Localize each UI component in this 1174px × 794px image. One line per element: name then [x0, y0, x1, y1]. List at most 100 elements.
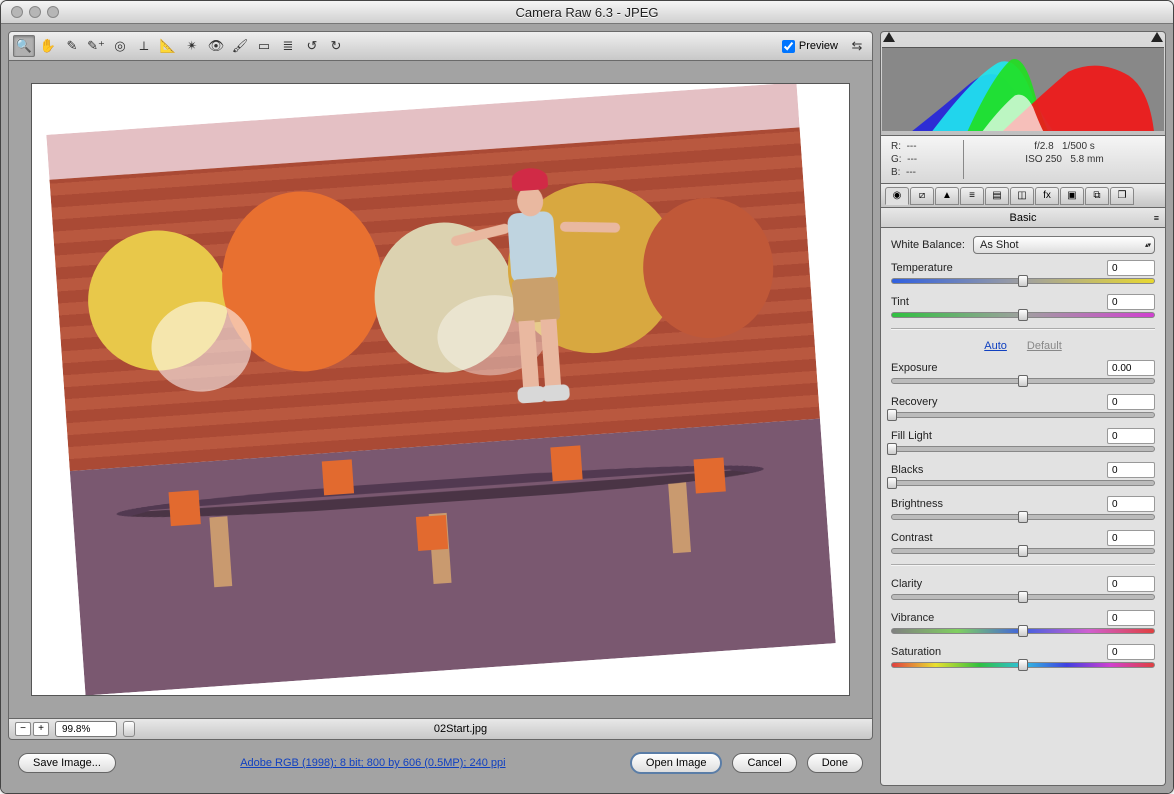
temperature-value[interactable] [1107, 260, 1155, 276]
blacks-thumb[interactable] [887, 477, 897, 489]
blacks-label: Blacks [891, 464, 923, 476]
vibrance-label: Vibrance [891, 612, 934, 624]
filename-label: 02Start.jpg [141, 723, 780, 735]
titlebar: Camera Raw 6.3 - JPEG [1, 1, 1173, 24]
exposure-thumb[interactable] [1018, 375, 1028, 387]
brightness-label: Brightness [891, 498, 943, 510]
panel-tabs: ◉⧄▲≡▤◫fx▣⧉❐ [880, 184, 1166, 208]
exposure-value[interactable] [1107, 360, 1155, 376]
tab-basic[interactable]: ◉ [885, 187, 909, 205]
zoom-stepper[interactable] [123, 721, 135, 737]
vibrance-slider[interactable] [891, 628, 1155, 634]
tab-effects[interactable]: fx [1035, 187, 1059, 205]
contrast-value[interactable] [1107, 530, 1155, 546]
window-title: Camera Raw 6.3 - JPEG [1, 5, 1173, 20]
graduated-filter-tool[interactable]: ▭ [253, 35, 275, 57]
straighten-tool[interactable]: 📐 [157, 35, 179, 57]
clarity-thumb[interactable] [1018, 591, 1028, 603]
contrast-slider[interactable] [891, 548, 1155, 554]
color-sampler-tool[interactable]: ✎⁺ [85, 35, 107, 57]
clarity-label: Clarity [891, 578, 922, 590]
tab-snapshots[interactable]: ❐ [1110, 187, 1134, 205]
tab-lens[interactable]: ◫ [1010, 187, 1034, 205]
preview-area[interactable] [8, 61, 873, 718]
saturation-value[interactable] [1107, 644, 1155, 660]
fullscreen-button[interactable]: ⇆ [846, 35, 868, 57]
vibrance-value[interactable] [1107, 610, 1155, 626]
saturation-label: Saturation [891, 646, 941, 658]
tab-hsl[interactable]: ≡ [960, 187, 984, 205]
tab-presets[interactable]: ⧉ [1085, 187, 1109, 205]
workflow-options-link[interactable]: Adobe RGB (1998); 8 bit; 800 by 606 (0.5… [126, 757, 620, 769]
metadata-readout: R: --- G: --- B: --- f/2.8 1/500 s ISO 2… [880, 136, 1166, 184]
highlight-clip-icon[interactable] [1151, 32, 1163, 42]
recovery-slider[interactable] [891, 412, 1155, 418]
footer: Save Image... Adobe RGB (1998); 8 bit; 8… [8, 740, 873, 786]
contrast-thumb[interactable] [1018, 545, 1028, 557]
zoom-in-button[interactable]: + [33, 722, 49, 736]
image-preview [46, 83, 835, 696]
rotate-ccw-tool[interactable]: ↺ [301, 35, 323, 57]
white-balance-select[interactable]: As Shot [973, 236, 1155, 254]
brightness-thumb[interactable] [1018, 511, 1028, 523]
tab-split-toning[interactable]: ▤ [985, 187, 1009, 205]
zoom-tool[interactable]: 🔍 [13, 35, 35, 57]
clarity-slider[interactable] [891, 594, 1155, 600]
recovery-value[interactable] [1107, 394, 1155, 410]
exposure-slider[interactable] [891, 378, 1155, 384]
basic-panel: White Balance: As Shot Temperature Tint … [880, 228, 1166, 786]
fill-thumb[interactable] [887, 443, 897, 455]
shadow-clip-icon[interactable] [883, 32, 895, 42]
done-button[interactable]: Done [807, 753, 863, 773]
brightness-value[interactable] [1107, 496, 1155, 512]
preview-toggle[interactable]: Preview [782, 40, 838, 53]
adjustment-brush-tool[interactable]: 🖌 [229, 35, 251, 57]
fill-slider[interactable] [891, 446, 1155, 452]
toolbar: 🔍✋✎✎⁺◎⟂📐✴👁🖌▭≣↺↻ Preview ⇆ [8, 31, 873, 61]
cancel-button[interactable]: Cancel [732, 753, 796, 773]
zoom-out-button[interactable]: − [15, 722, 31, 736]
recovery-thumb[interactable] [887, 409, 897, 421]
temperature-slider[interactable] [891, 278, 1155, 284]
vibrance-thumb[interactable] [1018, 625, 1028, 637]
red-eye-removal-tool[interactable]: 👁 [205, 35, 227, 57]
saturation-thumb[interactable] [1018, 659, 1028, 671]
save-image-button[interactable]: Save Image... [18, 753, 116, 773]
clarity-value[interactable] [1107, 576, 1155, 592]
recovery-label: Recovery [891, 396, 937, 408]
targeted-adjustment-tool[interactable]: ◎ [109, 35, 131, 57]
tab-calibration[interactable]: ▣ [1060, 187, 1084, 205]
hand-tool[interactable]: ✋ [37, 35, 59, 57]
tint-label: Tint [891, 296, 909, 308]
exposure-label: Exposure [891, 362, 937, 374]
contrast-label: Contrast [891, 532, 933, 544]
histogram [880, 31, 1166, 136]
tint-thumb[interactable] [1018, 309, 1028, 321]
auto-link[interactable]: Auto [984, 340, 1007, 352]
temperature-label: Temperature [891, 262, 953, 274]
preferences-tool[interactable]: ≣ [277, 35, 299, 57]
tab-tone-curve[interactable]: ⧄ [910, 187, 934, 205]
spot-removal-tool[interactable]: ✴ [181, 35, 203, 57]
temperature-thumb[interactable] [1018, 275, 1028, 287]
tint-value[interactable] [1107, 294, 1155, 310]
brightness-slider[interactable] [891, 514, 1155, 520]
tint-slider[interactable] [891, 312, 1155, 318]
rotate-cw-tool[interactable]: ↻ [325, 35, 347, 57]
white-balance-label: White Balance: [891, 239, 965, 251]
crop-tool[interactable]: ⟂ [133, 35, 155, 57]
tab-detail[interactable]: ▲ [935, 187, 959, 205]
panel-title: Basic ≡ [880, 208, 1166, 228]
panel-menu-icon[interactable]: ≡ [1154, 213, 1159, 223]
zoom-level[interactable]: 99.8% [55, 721, 117, 737]
fill-value[interactable] [1107, 428, 1155, 444]
white-balance-tool[interactable]: ✎ [61, 35, 83, 57]
blacks-value[interactable] [1107, 462, 1155, 478]
status-bar: − + 99.8% 02Start.jpg [8, 718, 873, 740]
default-link[interactable]: Default [1027, 340, 1062, 352]
open-image-button[interactable]: Open Image [630, 752, 723, 774]
saturation-slider[interactable] [891, 662, 1155, 668]
preview-checkbox[interactable] [782, 40, 795, 53]
blacks-slider[interactable] [891, 480, 1155, 486]
fill-label: Fill Light [891, 430, 932, 442]
